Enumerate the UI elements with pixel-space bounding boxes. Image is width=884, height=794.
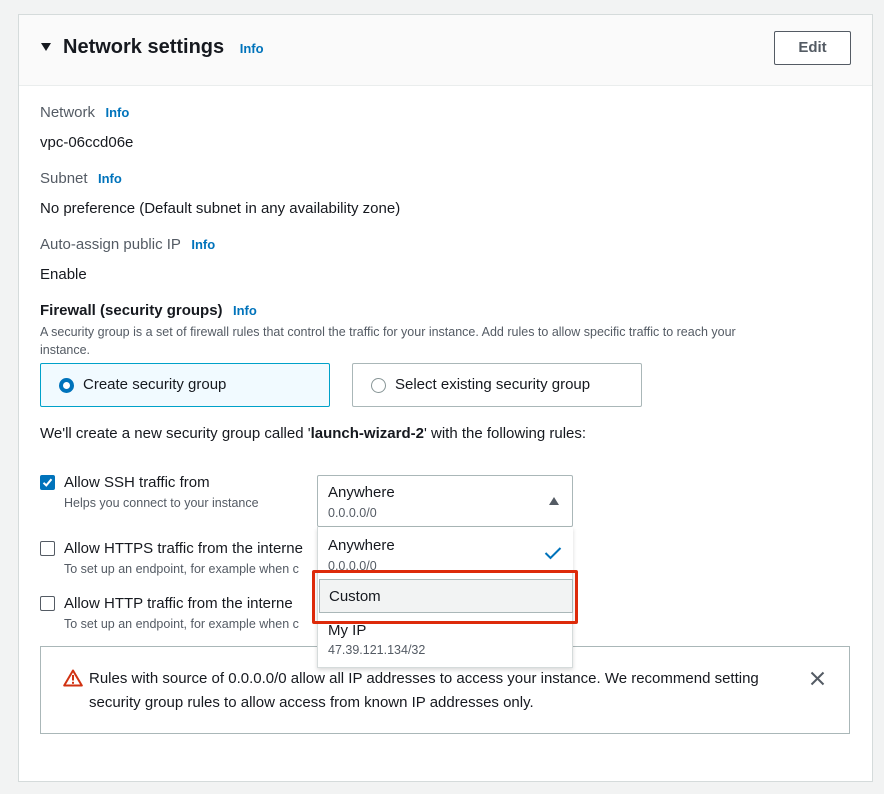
highlight-box — [312, 570, 578, 624]
intro-suffix: ' with the following rules: — [423, 425, 587, 442]
close-icon[interactable] — [810, 671, 825, 686]
https-rule-description: To set up an endpoint, for example when … — [64, 562, 299, 576]
select-existing-security-group-radio[interactable] — [371, 378, 386, 393]
subnet-value: No preference (Default subnet in any ava… — [40, 200, 401, 217]
ssh-rule-label: Allow SSH traffic from — [64, 474, 210, 491]
panel-title-row: Network settings Info — [63, 36, 264, 59]
warning-text-line1: Rules with source of 0.0.0.0/0 allow all… — [89, 670, 759, 687]
check-icon — [544, 547, 562, 560]
ssh-rule-description: Helps you connect to your instance — [64, 496, 259, 510]
warning-text: Rules with source of 0.0.0.0/0 allow all… — [89, 667, 789, 715]
firewall-label: Firewall (security groups) — [40, 302, 223, 319]
warning-icon — [63, 669, 83, 687]
security-group-intro: We'll create a new security group called… — [40, 425, 586, 442]
checkmark-icon — [42, 478, 53, 487]
select-existing-security-group-label: Select existing security group — [395, 376, 591, 393]
select-value-sub: 0.0.0.0/0 — [328, 506, 377, 520]
https-rule-label: Allow HTTPS traffic from the interne — [64, 540, 303, 557]
panel-info-link[interactable]: Info — [240, 41, 264, 56]
create-security-group-label: Create security group — [83, 376, 227, 393]
network-value: vpc-06ccd06e — [40, 134, 134, 151]
collapse-caret-icon[interactable] — [41, 43, 51, 51]
firewall-description-line2: instance. — [40, 343, 91, 357]
warning-text-line2: security group rules to allow access fro… — [89, 694, 534, 711]
subnet-info-link[interactable]: Info — [98, 171, 122, 186]
panel-title: Network settings — [63, 36, 225, 58]
create-security-group-tile[interactable]: Create security group — [40, 363, 330, 407]
option-anywhere-label: Anywhere — [328, 537, 395, 554]
public-ip-field: Auto-assign public IP Info — [40, 236, 215, 254]
subnet-field: Subnet Info — [40, 170, 122, 188]
caret-up-icon — [549, 497, 559, 505]
panel-header: Network settings Info Edit — [19, 15, 872, 86]
edit-button[interactable]: Edit — [774, 31, 851, 65]
option-anywhere[interactable]: Anywhere 0.0.0.0/0 — [318, 527, 573, 573]
select-existing-security-group-tile[interactable]: Select existing security group — [352, 363, 642, 407]
firewall-field: Firewall (security groups) Info — [40, 302, 257, 320]
create-security-group-radio[interactable] — [59, 378, 74, 393]
public-ip-value: Enable — [40, 266, 87, 283]
firewall-description-line1: A security group is a set of firewall ru… — [40, 325, 736, 339]
option-my-ip-sub: 47.39.121.134/32 — [328, 643, 426, 657]
network-label: Network — [40, 104, 96, 121]
network-field: Network Info — [40, 104, 129, 122]
security-group-name: launch-wizard-2 — [310, 425, 424, 442]
firewall-description: A security group is a set of firewall ru… — [40, 323, 840, 359]
network-info-link[interactable]: Info — [105, 105, 129, 120]
intro-prefix: We'll create a new security group called… — [40, 425, 311, 442]
http-rule-label: Allow HTTP traffic from the interne — [64, 595, 293, 612]
https-checkbox[interactable] — [40, 541, 55, 556]
select-value-label: Anywhere — [328, 484, 395, 501]
http-rule-description: To set up an endpoint, for example when … — [64, 617, 299, 631]
ssh-source-select[interactable]: Anywhere 0.0.0.0/0 — [317, 475, 573, 527]
http-checkbox[interactable] — [40, 596, 55, 611]
option-my-ip[interactable]: My IP 47.39.121.134/32 — [318, 619, 573, 663]
option-my-ip-label: My IP — [328, 622, 367, 639]
firewall-info-link[interactable]: Info — [233, 303, 257, 318]
ssh-checkbox[interactable] — [40, 475, 55, 490]
public-ip-label: Auto-assign public IP — [40, 236, 181, 253]
subnet-label: Subnet — [40, 170, 88, 187]
public-ip-info-link[interactable]: Info — [191, 237, 215, 252]
